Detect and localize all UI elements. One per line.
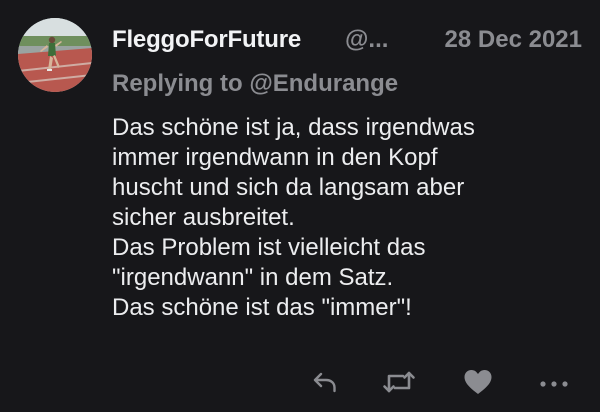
tweet-text-line: sicher ausbreitet. — [112, 204, 295, 231]
retweet-button[interactable] — [381, 364, 417, 400]
tweet-text: Das schöne ist ja, dass irgendwas immer … — [112, 113, 582, 323]
tweet-date[interactable]: 28 Dec 2021 — [445, 26, 582, 54]
tweet-header: FleggoForFuture @... 28 Dec 2021 — [112, 26, 582, 56]
like-button[interactable] — [460, 364, 496, 400]
heart-icon — [464, 370, 492, 394]
tweet-text-line: immer irgendwann in den Kopf — [112, 144, 438, 171]
tweet-text-line: "irgendwann" in dem Satz. — [112, 264, 394, 291]
ellipsis-icon — [540, 381, 568, 387]
display-name[interactable]: FleggoForFuture — [112, 26, 301, 54]
tweet-text-line: Das schöne ist das "immer"! — [112, 294, 412, 321]
tweet-text-line: Das Problem ist vielleicht das — [112, 234, 426, 261]
tweet-text-line: huscht und sich da langsam aber — [112, 174, 465, 201]
avatar-photo — [18, 18, 92, 92]
replying-to: Replying to @Endurange — [112, 70, 399, 97]
user-handle[interactable]: @... — [345, 26, 388, 54]
action-bar — [0, 364, 600, 404]
reply-button[interactable] — [307, 364, 343, 400]
tweet-text-line: Das schöne ist ja, dass irgendwas — [112, 114, 475, 141]
tweet-card: FleggoForFuture @... 28 Dec 2021 Replyin… — [0, 0, 600, 412]
more-button[interactable] — [536, 364, 572, 400]
retweet-icon — [383, 371, 415, 393]
reply-icon — [313, 372, 336, 393]
avatar[interactable] — [18, 18, 92, 92]
